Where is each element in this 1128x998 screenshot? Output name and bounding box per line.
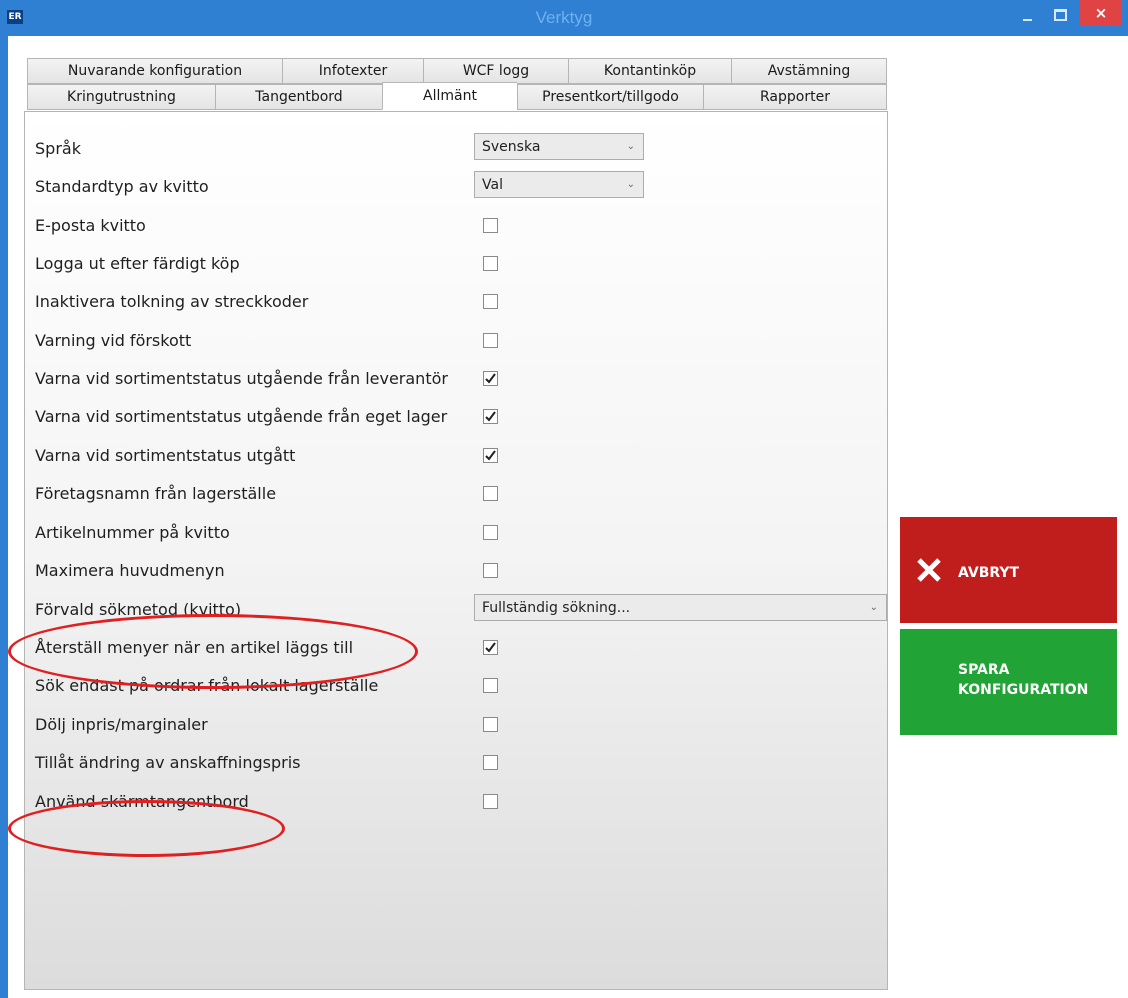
save-configuration-button[interactable]: SPARA KONFIGURATION (900, 629, 1117, 735)
setting-label-logga-ut-efter-fardigt-kop: Logga ut efter färdigt köp (35, 254, 240, 273)
chevron-down-icon: ⌄ (626, 141, 635, 152)
close-button[interactable]: × (1080, 0, 1122, 26)
tab-infotexter[interactable]: Infotexter (282, 58, 423, 84)
tab-nuvarande-konfiguration[interactable]: Nuvarande konfiguration (27, 58, 282, 84)
window-title: Verktyg (535, 8, 593, 27)
setting-label-foretagsnamn-fran-lagerstalle: Företagsnamn från lagerställe (35, 484, 277, 503)
setting-label-tillat-andring-av-anskaffningspris: Tillåt ändring av anskaffningspris (35, 753, 301, 772)
settings-panel (24, 111, 888, 990)
setting-label-forvald-sokmetod-kvitto: Förvald sökmetod (kvitto) (35, 600, 242, 619)
setting-label-varning-vid-forskott: Varning vid förskott (35, 331, 192, 350)
select-value: Svenska (482, 138, 541, 155)
checkmark-icon (485, 642, 496, 653)
tab-kontantinkop[interactable]: Kontantinköp (568, 58, 731, 84)
select-value: Val (482, 176, 503, 193)
settings-window: ER Verktyg × Nuvarande konfiguration Info… (0, 0, 1128, 998)
tab-row-2: Kringutrustning Tangentbord Allmänt Present… (27, 82, 887, 110)
setting-label-aterstall-menyer-nar-en-artikel-laggs-till: Återställ menyer när en artikel läggs ti… (35, 638, 354, 657)
checkbox-dolj-inpris-marginaler[interactable] (483, 717, 498, 732)
checkbox-logga-ut-efter-fardigt-kop[interactable] (483, 256, 498, 271)
checkbox-varning-vid-forskott[interactable] (483, 333, 498, 348)
checkbox-inaktivera-tolkning-av-streckkoder[interactable] (483, 294, 498, 309)
checkbox-e-posta-kvitto[interactable] (483, 218, 498, 233)
maximize-button[interactable] (1045, 6, 1075, 28)
chevron-down-icon: ⌄ (869, 602, 878, 613)
setting-label-varna-vid-sortimentstatus-utgaende-fran-eget-lager: Varna vid sortimentstatus utgående från … (35, 407, 448, 426)
tab-strip: Nuvarande konfiguration Infotexter WCF log… (27, 58, 887, 112)
checkbox-sok-endast-pa-ordrar-fran-lokalt-lagerstalle[interactable] (483, 678, 498, 693)
select-forvald-sokmetod-kvitto[interactable]: Fullständig sökning... ⌄ (474, 594, 887, 621)
checkmark-icon (485, 450, 496, 461)
cancel-x-icon (917, 558, 941, 582)
setting-label-varna-vid-sortimentstatus-utgatt: Varna vid sortimentstatus utgått (35, 446, 296, 465)
checkbox-anvand-skarmtangentbord[interactable] (483, 794, 498, 809)
setting-label-e-posta-kvitto: E-posta kvitto (35, 216, 146, 235)
maximize-icon (1053, 9, 1067, 21)
tab-row-1: Nuvarande konfiguration Infotexter WCF log… (27, 58, 887, 84)
save-configuration-label: SPARA KONFIGURATION (958, 662, 1089, 698)
checkmark-icon (485, 373, 496, 384)
tab-kringutrustning[interactable]: Kringutrustning (27, 84, 215, 110)
minimize-button[interactable] (1012, 6, 1042, 28)
chevron-down-icon: ⌄ (626, 179, 635, 190)
checkbox-varna-vid-sortimentstatus-utgaende-fran-leverantor[interactable] (483, 371, 498, 386)
tab-allmant[interactable]: Allmänt (382, 82, 517, 110)
setting-label-anvand-skarmtangentbord: Använd skärmtangentbord (35, 792, 249, 811)
setting-label-maximera-huvudmenyn: Maximera huvudmenyn (35, 561, 225, 580)
checkbox-artikelnummer-pa-kvitto[interactable] (483, 525, 498, 540)
select-value: Fullständig sökning... (482, 599, 631, 616)
checkbox-varna-vid-sortimentstatus-utgaende-fran-eget-lager[interactable] (483, 409, 498, 424)
title-bar[interactable]: ER Verktyg × (0, 0, 1128, 36)
tab-wcf-logg[interactable]: WCF logg (423, 58, 568, 84)
setting-label-sok-endast-pa-ordrar-fran-lokalt-lagerstalle: Sök endast på ordrar från lokalt lagerst… (35, 676, 379, 695)
checkbox-foretagsnamn-fran-lagerstalle[interactable] (483, 486, 498, 501)
checkbox-maximera-huvudmenyn[interactable] (483, 563, 498, 578)
setting-label-artikelnummer-pa-kvitto: Artikelnummer på kvitto (35, 523, 230, 542)
setting-label-inaktivera-tolkning-av-streckkoder: Inaktivera tolkning av streckkoder (35, 292, 309, 311)
checkbox-tillat-andring-av-anskaffningspris[interactable] (483, 755, 498, 770)
checkmark-icon (485, 411, 496, 422)
setting-label-varna-vid-sortimentstatus-utgaende-fran-leverantor: Varna vid sortimentstatus utgående från … (35, 369, 448, 388)
minimize-icon (1022, 19, 1032, 21)
tab-avstamning[interactable]: Avstämning (731, 58, 887, 84)
setting-label-sprak: Språk (35, 139, 81, 158)
setting-label-dolj-inpris-marginaler: Dölj inpris/marginaler (35, 715, 208, 734)
tab-rapporter[interactable]: Rapporter (703, 84, 887, 110)
tab-presentkort-tillgodo[interactable]: Presentkort/tillgodo (517, 84, 703, 110)
checkbox-aterstall-menyer-nar-en-artikel-laggs-till[interactable] (483, 640, 498, 655)
tab-tangentbord[interactable]: Tangentbord (215, 84, 382, 110)
checkbox-varna-vid-sortimentstatus-utgatt[interactable] (483, 448, 498, 463)
setting-label-standardtyp-av-kvitto: Standardtyp av kvitto (35, 177, 209, 196)
cancel-label: AVBRYT (958, 565, 1020, 581)
select-standardtyp-av-kvitto[interactable]: Val ⌄ (474, 171, 644, 198)
window-border (0, 36, 8, 998)
close-icon: × (1094, 4, 1108, 22)
select-sprak[interactable]: Svenska ⌄ (474, 133, 644, 160)
cancel-button[interactable]: AVBRYT (900, 517, 1117, 623)
